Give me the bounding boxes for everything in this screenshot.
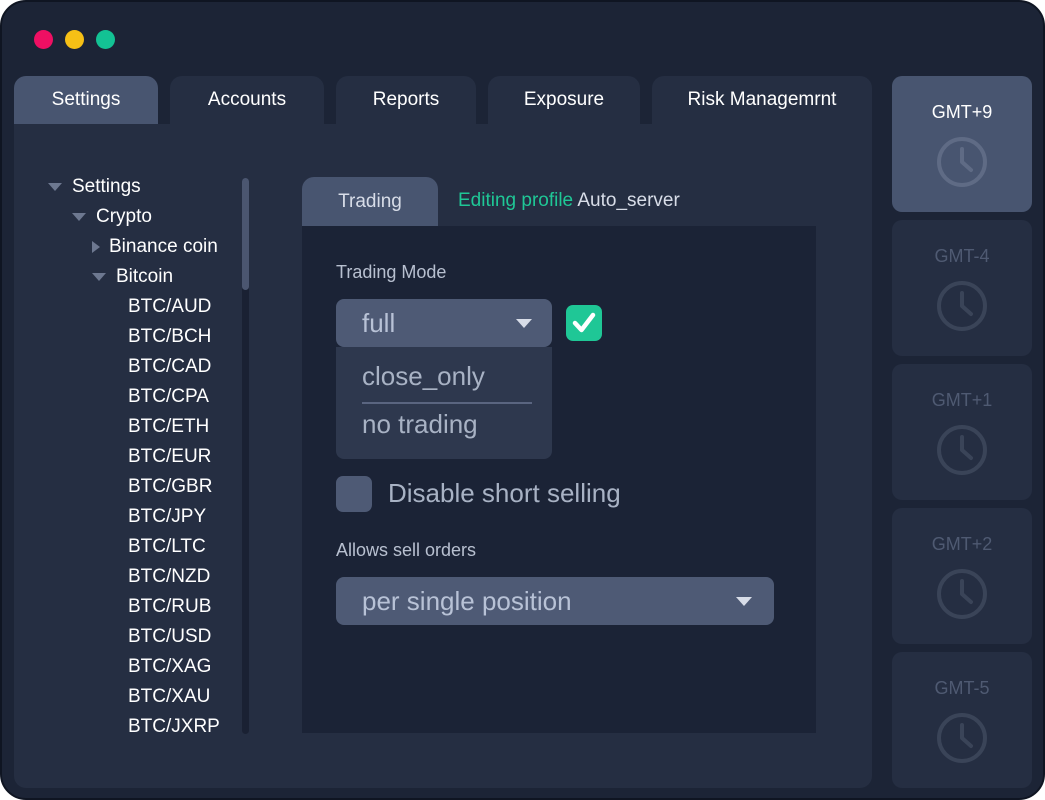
tree-item-label: BTC/CAD: [128, 356, 212, 377]
tree-item-label: BTC/AUD: [128, 296, 212, 317]
tree-item-label: BTC/NZD: [128, 566, 211, 587]
tree-item-label: BTC/XAU: [128, 686, 211, 707]
tree-item-label: BTC/USD: [128, 626, 212, 647]
chevron-down-icon: [736, 597, 752, 606]
timezone-label: GMT-4: [934, 246, 990, 266]
tree-item-pair[interactable]: BTC/EUR: [48, 442, 248, 472]
trading-mode-enabled-checkbox[interactable]: [566, 305, 602, 341]
expanded-arrow-icon: [48, 183, 62, 191]
tree-item-pair[interactable]: BTC/USD: [48, 622, 248, 652]
option-divider: [362, 402, 532, 404]
tree-item-label: BTC/GBR: [128, 476, 213, 497]
tree-item-label: BTC/JPY: [128, 506, 207, 527]
tree-item-pair[interactable]: BTC/LTC: [48, 532, 248, 562]
tab-trading[interactable]: Trading: [302, 177, 438, 226]
tree-item-label: BTC/JXRP: [128, 716, 220, 737]
sell-orders-select[interactable]: per single position: [336, 577, 774, 625]
tree-item-binance-coin[interactable]: Binance coin: [48, 232, 248, 262]
tree-item-pair[interactable]: BTC/JXRP: [48, 712, 248, 742]
timezone-card-gmtplus2[interactable]: GMT+2: [892, 508, 1032, 644]
tree-item-label: BTC/ETH: [128, 416, 210, 437]
collapsed-arrow-icon: [92, 241, 100, 253]
expanded-arrow-icon: [72, 213, 86, 221]
tree-item-pair[interactable]: BTC/JPY: [48, 502, 248, 532]
tree-item-label: BTC/BCH: [128, 326, 212, 347]
timezone-card-gmtminus5[interactable]: GMT-5: [892, 652, 1032, 788]
tree-item-label: Settings: [72, 176, 141, 197]
tree-item-label: BTC/LTC: [128, 536, 206, 557]
tree-item-pair[interactable]: BTC/CAD: [48, 352, 248, 382]
tree-item-label: Bitcoin: [116, 266, 174, 287]
sell-orders-value: per single position: [362, 585, 572, 616]
chevron-down-icon: [516, 319, 532, 328]
settings-tree: Settings Crypto Binance coin Bitcoin BTC…: [48, 172, 248, 742]
tree-scrollbar-thumb[interactable]: [242, 178, 249, 290]
tab-exposure[interactable]: Exposure: [488, 76, 640, 124]
sell-orders-label: Allows sell orders: [336, 540, 477, 560]
tree-item-bitcoin[interactable]: Bitcoin: [48, 262, 248, 292]
clock-icon: [936, 424, 988, 476]
tree-item-crypto[interactable]: Crypto: [48, 202, 248, 232]
trading-mode-label: Trading Mode: [336, 262, 447, 282]
clock-icon: [936, 712, 988, 764]
expanded-arrow-icon: [92, 273, 106, 281]
tree-item-settings[interactable]: Settings: [48, 172, 248, 202]
tree-item-pair[interactable]: BTC/NZD: [48, 562, 248, 592]
tab-settings[interactable]: Settings: [14, 76, 158, 124]
trading-mode-value: full: [362, 307, 396, 338]
bitcoin-pairs-list: BTC/AUD BTC/BCH BTC/CAD BTC/CPA BTC/ETH BTC/E…: [48, 292, 248, 742]
tree-item-pair[interactable]: BTC/AUD: [48, 292, 248, 322]
tree-item-label: BTC/EUR: [128, 446, 212, 467]
option-no-trading[interactable]: no trading: [362, 409, 478, 440]
tree-item-label: Crypto: [96, 206, 152, 227]
clock-icon: [936, 568, 988, 620]
disable-short-selling-checkbox[interactable]: [336, 476, 372, 512]
timezone-label: GMT-5: [934, 678, 990, 698]
tree-item-label: BTC/RUB: [128, 596, 212, 617]
tree-item-pair[interactable]: BTC/XAG: [48, 652, 248, 682]
timezone-label: GMT+1: [931, 390, 993, 410]
tree-item-pair[interactable]: BTC/CPA: [48, 382, 248, 412]
tab-risk-management[interactable]: Risk Managemrnt: [652, 76, 872, 124]
close-dot[interactable]: [34, 30, 53, 49]
tree-item-label: Binance coin: [109, 236, 218, 257]
editing-profile-prefix: Editing profile: [458, 190, 574, 211]
clock-icon: [936, 136, 988, 188]
tree-item-pair[interactable]: BTC/XAU: [48, 682, 248, 712]
trading-mode-select[interactable]: full: [336, 299, 552, 347]
timezone-card-gmtplus9[interactable]: GMT+9: [892, 76, 1032, 212]
check-icon: [572, 312, 596, 333]
tree-item-pair[interactable]: BTC/BCH: [48, 322, 248, 352]
editing-profile-label: Editing profile Auto_server: [458, 190, 680, 212]
tree-item-label: BTC/XAG: [128, 656, 212, 677]
minimize-dot[interactable]: [65, 30, 84, 49]
tree-item-pair[interactable]: BTC/GBR: [48, 472, 248, 502]
tab-accounts[interactable]: Accounts: [170, 76, 324, 124]
trading-mode-options: close_only no trading: [336, 347, 552, 459]
window-controls: [34, 30, 115, 49]
timezone-card-gmtminus4[interactable]: GMT-4: [892, 220, 1032, 356]
option-close-only[interactable]: close_only: [362, 361, 485, 392]
timezone-card-gmtplus1[interactable]: GMT+1: [892, 364, 1032, 500]
tree-item-pair[interactable]: BTC/RUB: [48, 592, 248, 622]
clock-icon: [936, 280, 988, 332]
timezone-label: GMT+2: [931, 534, 993, 554]
zoom-dot[interactable]: [96, 30, 115, 49]
tab-reports[interactable]: Reports: [336, 76, 476, 124]
timezone-label: GMT+9: [931, 102, 993, 122]
tree-item-label: BTC/CPA: [128, 386, 209, 407]
disable-short-selling-label: Disable short selling: [388, 478, 621, 508]
profile-name: Auto_server: [577, 190, 680, 211]
tree-item-pair[interactable]: BTC/ETH: [48, 412, 248, 442]
